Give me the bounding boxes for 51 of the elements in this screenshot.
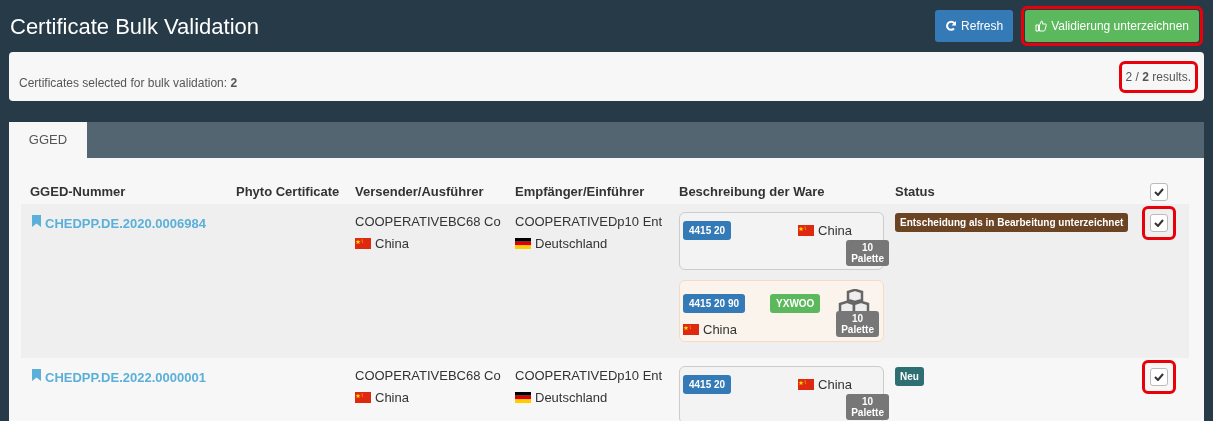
flag-icon xyxy=(515,391,531,403)
party-name: COOPERATIVEDp10 Ent xyxy=(515,367,664,385)
checkbox[interactable] xyxy=(1150,214,1168,232)
column-header: Empfänger/Einführer xyxy=(515,183,646,202)
column-header: Beschreibung der Ware xyxy=(679,183,826,202)
checkmark-icon xyxy=(1154,373,1164,381)
party-name: COOPERATIVEBC68 Co xyxy=(355,213,502,231)
commodity-code: 4415 20 xyxy=(683,375,732,395)
flag-icon xyxy=(355,237,371,249)
results-count: 2 / 2 results. xyxy=(1125,69,1191,84)
thumbs-up-icon xyxy=(1035,20,1048,32)
party-name: COOPERATIVEDp10 Ent xyxy=(515,213,664,231)
quantity-badge: 10 Palette xyxy=(846,394,889,420)
commodity-code: 4415 20 xyxy=(683,221,732,241)
flag-icon xyxy=(355,391,371,403)
tag: YXWOO xyxy=(770,293,821,313)
country-name: China xyxy=(818,376,852,394)
status-badge: Neu xyxy=(895,367,924,386)
country-name: China xyxy=(375,234,409,253)
refresh-button[interactable]: Refresh xyxy=(935,10,1014,42)
flag-icon xyxy=(798,225,815,237)
status-badge: Entscheidung als in Bearbeitung unterzeichnet xyxy=(895,213,1129,232)
country-name: Deutschland xyxy=(535,234,608,253)
country-name: China xyxy=(703,321,737,339)
tab[interactable]: GGED xyxy=(9,122,87,158)
commodity-code: 4415 20 90 xyxy=(683,293,746,313)
quantity-badge: 10 Palette xyxy=(846,240,889,266)
page-title: Certificate Bulk Validation xyxy=(10,12,260,41)
country-name: China xyxy=(375,388,409,407)
selection-summary: Certificates selected for bulk validation: 2 xyxy=(19,74,238,92)
column-header: Status xyxy=(895,183,936,202)
refresh-icon xyxy=(945,20,958,32)
flag-icon xyxy=(683,324,699,336)
certificate-link[interactable]: CHEDPP.DE.2020.0006984 xyxy=(45,214,206,234)
country-name: China xyxy=(818,222,852,240)
sign-button[interactable]: Validierung unterzeichnen xyxy=(1025,10,1199,42)
checkmark-icon xyxy=(1154,219,1164,227)
quantity-badge: 10 Palette xyxy=(836,311,879,337)
bookmark-icon xyxy=(32,215,41,227)
flag-icon xyxy=(515,237,531,249)
certificate-link[interactable]: CHEDPP.DE.2022.0000001 xyxy=(45,368,206,388)
column-header: Phyto Certificate xyxy=(236,183,341,202)
column-header: GGED-Nummer xyxy=(29,183,127,202)
checkbox[interactable] xyxy=(1150,368,1168,386)
checkbox[interactable] xyxy=(1150,183,1168,201)
party-name: COOPERATIVEBC68 Co xyxy=(355,367,502,385)
bookmark-icon xyxy=(32,369,41,381)
country-name: Deutschland xyxy=(535,388,608,407)
flag-icon xyxy=(798,379,815,391)
column-header: Versender/Ausführer xyxy=(355,183,485,202)
checkmark-icon xyxy=(1154,188,1164,196)
